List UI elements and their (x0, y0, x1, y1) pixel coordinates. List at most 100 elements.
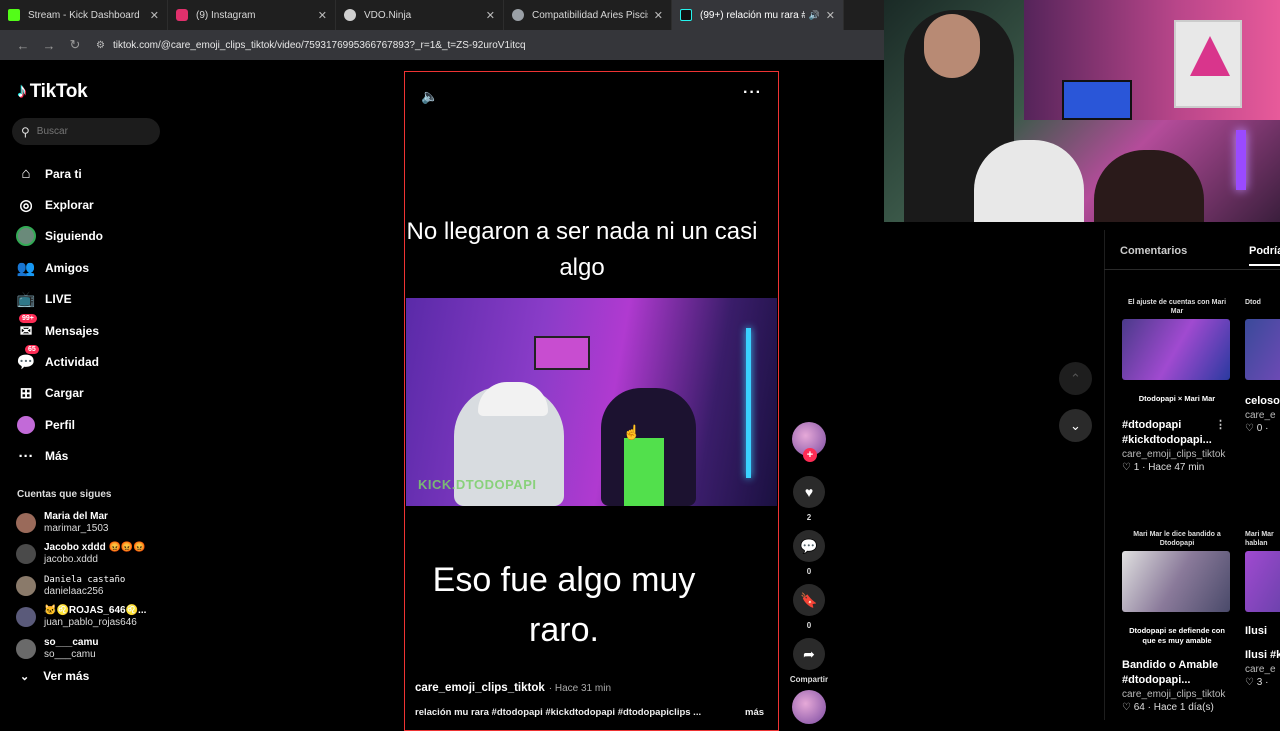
menu-item-explorar[interactable]: ◎ Explorar (16, 189, 103, 220)
messages-icon: ✉ (19, 322, 33, 340)
profile-icon (16, 415, 36, 435)
globe-icon (512, 9, 524, 21)
follow-item[interactable]: Maria del Mar marimar_1503 (16, 507, 146, 539)
bookmark-icon: 🔖 (793, 584, 825, 616)
card-thumbnail[interactable] (1122, 551, 1230, 612)
suggested-video-card[interactable]: Mari Mar hablan Ilusi Ilusi #kick care_e… (1245, 530, 1280, 688)
menu-item-para-ti[interactable]: ⌂ Para ti (16, 158, 103, 189)
card-user[interactable]: care_e (1245, 664, 1280, 675)
menu-item-perfil[interactable]: Perfil (16, 409, 103, 440)
follow-item[interactable]: Jacobo xddd 😡😡😡 jacobo.xddd (16, 539, 146, 571)
close-icon[interactable]: ✕ (654, 9, 663, 22)
close-icon[interactable]: ✕ (826, 9, 835, 22)
follow-item[interactable]: 🐱♌ROJAS_646♌... juan_pablo_rojas646 (16, 602, 146, 634)
more-link[interactable]: más (745, 707, 764, 718)
clip-watermark: KICK.DTODOPAPI (418, 477, 537, 492)
menu-item-cargar[interactable]: ⊞ Cargar (16, 378, 103, 409)
close-icon[interactable]: ✕ (150, 9, 159, 22)
share-button[interactable]: ➦ Compartir (790, 638, 828, 684)
sidebar: ♪ TikTok ⚲ ⌂ Para ti ◎ Explorar Siguiend… (0, 60, 180, 720)
triangle-icon (1190, 36, 1230, 76)
reload-icon[interactable]: ↻ (62, 37, 88, 53)
browser-tab-tiktok[interactable]: (99+) relación mu rara #dtodopapi 🔊 ✕ (672, 0, 844, 30)
browser-tab-kick[interactable]: Stream - Kick Dashboard ✕ (0, 0, 168, 30)
follow-user: jacobo.xddd (44, 554, 98, 566)
heart-icon: ♥ (793, 476, 825, 508)
video-author[interactable]: care_emoji_clips_tiktok · Hace 31 min (415, 682, 611, 694)
kick-icon (8, 9, 20, 21)
suggested-video-card[interactable]: Dtod celoso #kick care_e ♡ 0 · (1245, 298, 1280, 434)
url-field[interactable]: ⚙ tiktok.com/@care_emoji_clips_tiktok/vi… (96, 40, 526, 51)
follows-list: Maria del Mar marimar_1503 Jacobo xddd 😡😡… (16, 507, 146, 665)
follow-name: Jacobo xddd 😡😡😡 (44, 542, 146, 554)
site-info-icon[interactable]: ⚙ (96, 40, 105, 51)
previous-video-button[interactable]: ⌃ (1059, 362, 1092, 395)
menu-label: Más (45, 449, 69, 464)
menu-item-siguiendo[interactable]: Siguiendo (16, 221, 103, 252)
follow-user: marimar_1503 (44, 522, 109, 534)
card-thumbnail[interactable] (1245, 551, 1280, 612)
menu-item-mas[interactable]: ··· Más (16, 441, 103, 472)
comment-button[interactable]: 💬 0 (790, 530, 828, 576)
kebab-menu-icon[interactable]: ⋮ (1215, 418, 1226, 433)
search-input[interactable] (36, 126, 147, 137)
card-overlay-title: El ajuste de cuentas con Mari Mar (1127, 299, 1227, 315)
tab-podria-gustarte[interactable]: Podría (1249, 245, 1280, 266)
suggested-video-card[interactable]: Mari Mar le dice bandido a Dtodopapi Dto… (1122, 530, 1232, 713)
instagram-icon (176, 9, 188, 21)
activity-badge: 65 (25, 345, 39, 355)
suggested-video-card[interactable]: El ajuste de cuentas con Mari Mar Dtodop… (1122, 298, 1232, 473)
avatar (16, 544, 36, 565)
card-user[interactable]: care_e (1245, 410, 1280, 421)
card-thumbnail[interactable] (1245, 319, 1280, 380)
like-button[interactable]: ♥ 2 (790, 476, 828, 522)
browser-tab-compat[interactable]: Compatibilidad Aries Piscis ✕ (504, 0, 672, 30)
creator-avatar[interactable]: + (792, 422, 826, 462)
volume-icon[interactable]: 🔈 (421, 88, 438, 105)
card-tags[interactable]: #dtodopapi #kickdtodopapi... ⋮ (1122, 418, 1232, 448)
monitor-shape (534, 336, 590, 370)
save-count: 0 (806, 621, 812, 630)
sound-avatar[interactable] (792, 690, 826, 724)
tab-title: (99+) relación mu rara #dtodopapi (700, 9, 805, 21)
video-player[interactable]: 🔈 ··· No llegaron a ser nada ni un casi … (404, 71, 779, 731)
menu-label: LIVE (45, 292, 72, 307)
friends-icon: 👥 (16, 259, 36, 277)
description-text: relación mu rara #dtodopapi #kickdtodopa… (415, 707, 702, 718)
author-name[interactable]: care_emoji_clips_tiktok (415, 682, 545, 694)
forward-icon[interactable]: → (36, 38, 62, 53)
menu-item-live[interactable]: 📺 LIVE (16, 284, 103, 315)
browser-tab-vdo[interactable]: VDO.Ninja ✕ (336, 0, 504, 30)
right-panel-tabs: Comentarios Podría (1104, 230, 1280, 270)
more-options-icon[interactable]: ··· (743, 84, 762, 102)
close-icon[interactable]: ✕ (486, 9, 495, 22)
menu-label: Mensajes (45, 323, 100, 338)
menu-item-mensajes[interactable]: ✉ 99+ Mensajes (16, 313, 103, 346)
search-box[interactable]: ⚲ (12, 118, 160, 145)
tab-comentarios[interactable]: Comentarios (1120, 245, 1187, 257)
back-icon[interactable]: ← (10, 38, 36, 53)
card-thumbnail[interactable] (1122, 319, 1230, 380)
speaker-icon[interactable]: 🔊 (809, 10, 820, 21)
card-subtitle: Dtodopapi se defiende con que es muy ama… (1129, 626, 1225, 645)
share-label: Compartir (789, 675, 829, 684)
menu-label: Explorar (45, 198, 94, 213)
card-subtitle: Dtodopapi × Mari Mar (1138, 394, 1216, 403)
tiktok-note-icon: ♪ (17, 80, 27, 102)
ver-mas-button[interactable]: ⌄ Ver más (20, 669, 89, 683)
share-icon: ➦ (793, 638, 825, 670)
browser-tab-instagram[interactable]: (9) Instagram ✕ (168, 0, 336, 30)
neon-light-shape (746, 328, 751, 478)
menu-item-amigos[interactable]: 👥 Amigos (16, 252, 103, 283)
close-icon[interactable]: ✕ (318, 9, 327, 22)
follow-item[interactable]: so___camu so___camu (16, 633, 146, 665)
card-tags: Ilusi #kick (1245, 649, 1280, 661)
card-user[interactable]: care_emoji_clips_tiktok (1122, 449, 1232, 460)
menu-item-actividad[interactable]: 💬 65 Actividad (16, 345, 103, 377)
follow-item[interactable]: Daniela castaño danielaac256 (16, 570, 146, 602)
tiktok-logo[interactable]: ♪ TikTok (17, 80, 88, 103)
follow-plus-icon[interactable]: + (803, 448, 817, 462)
next-video-button[interactable]: ⌄ (1059, 409, 1092, 442)
save-button[interactable]: 🔖 0 (790, 584, 828, 630)
card-user[interactable]: care_emoji_clips_tiktok (1122, 689, 1232, 700)
